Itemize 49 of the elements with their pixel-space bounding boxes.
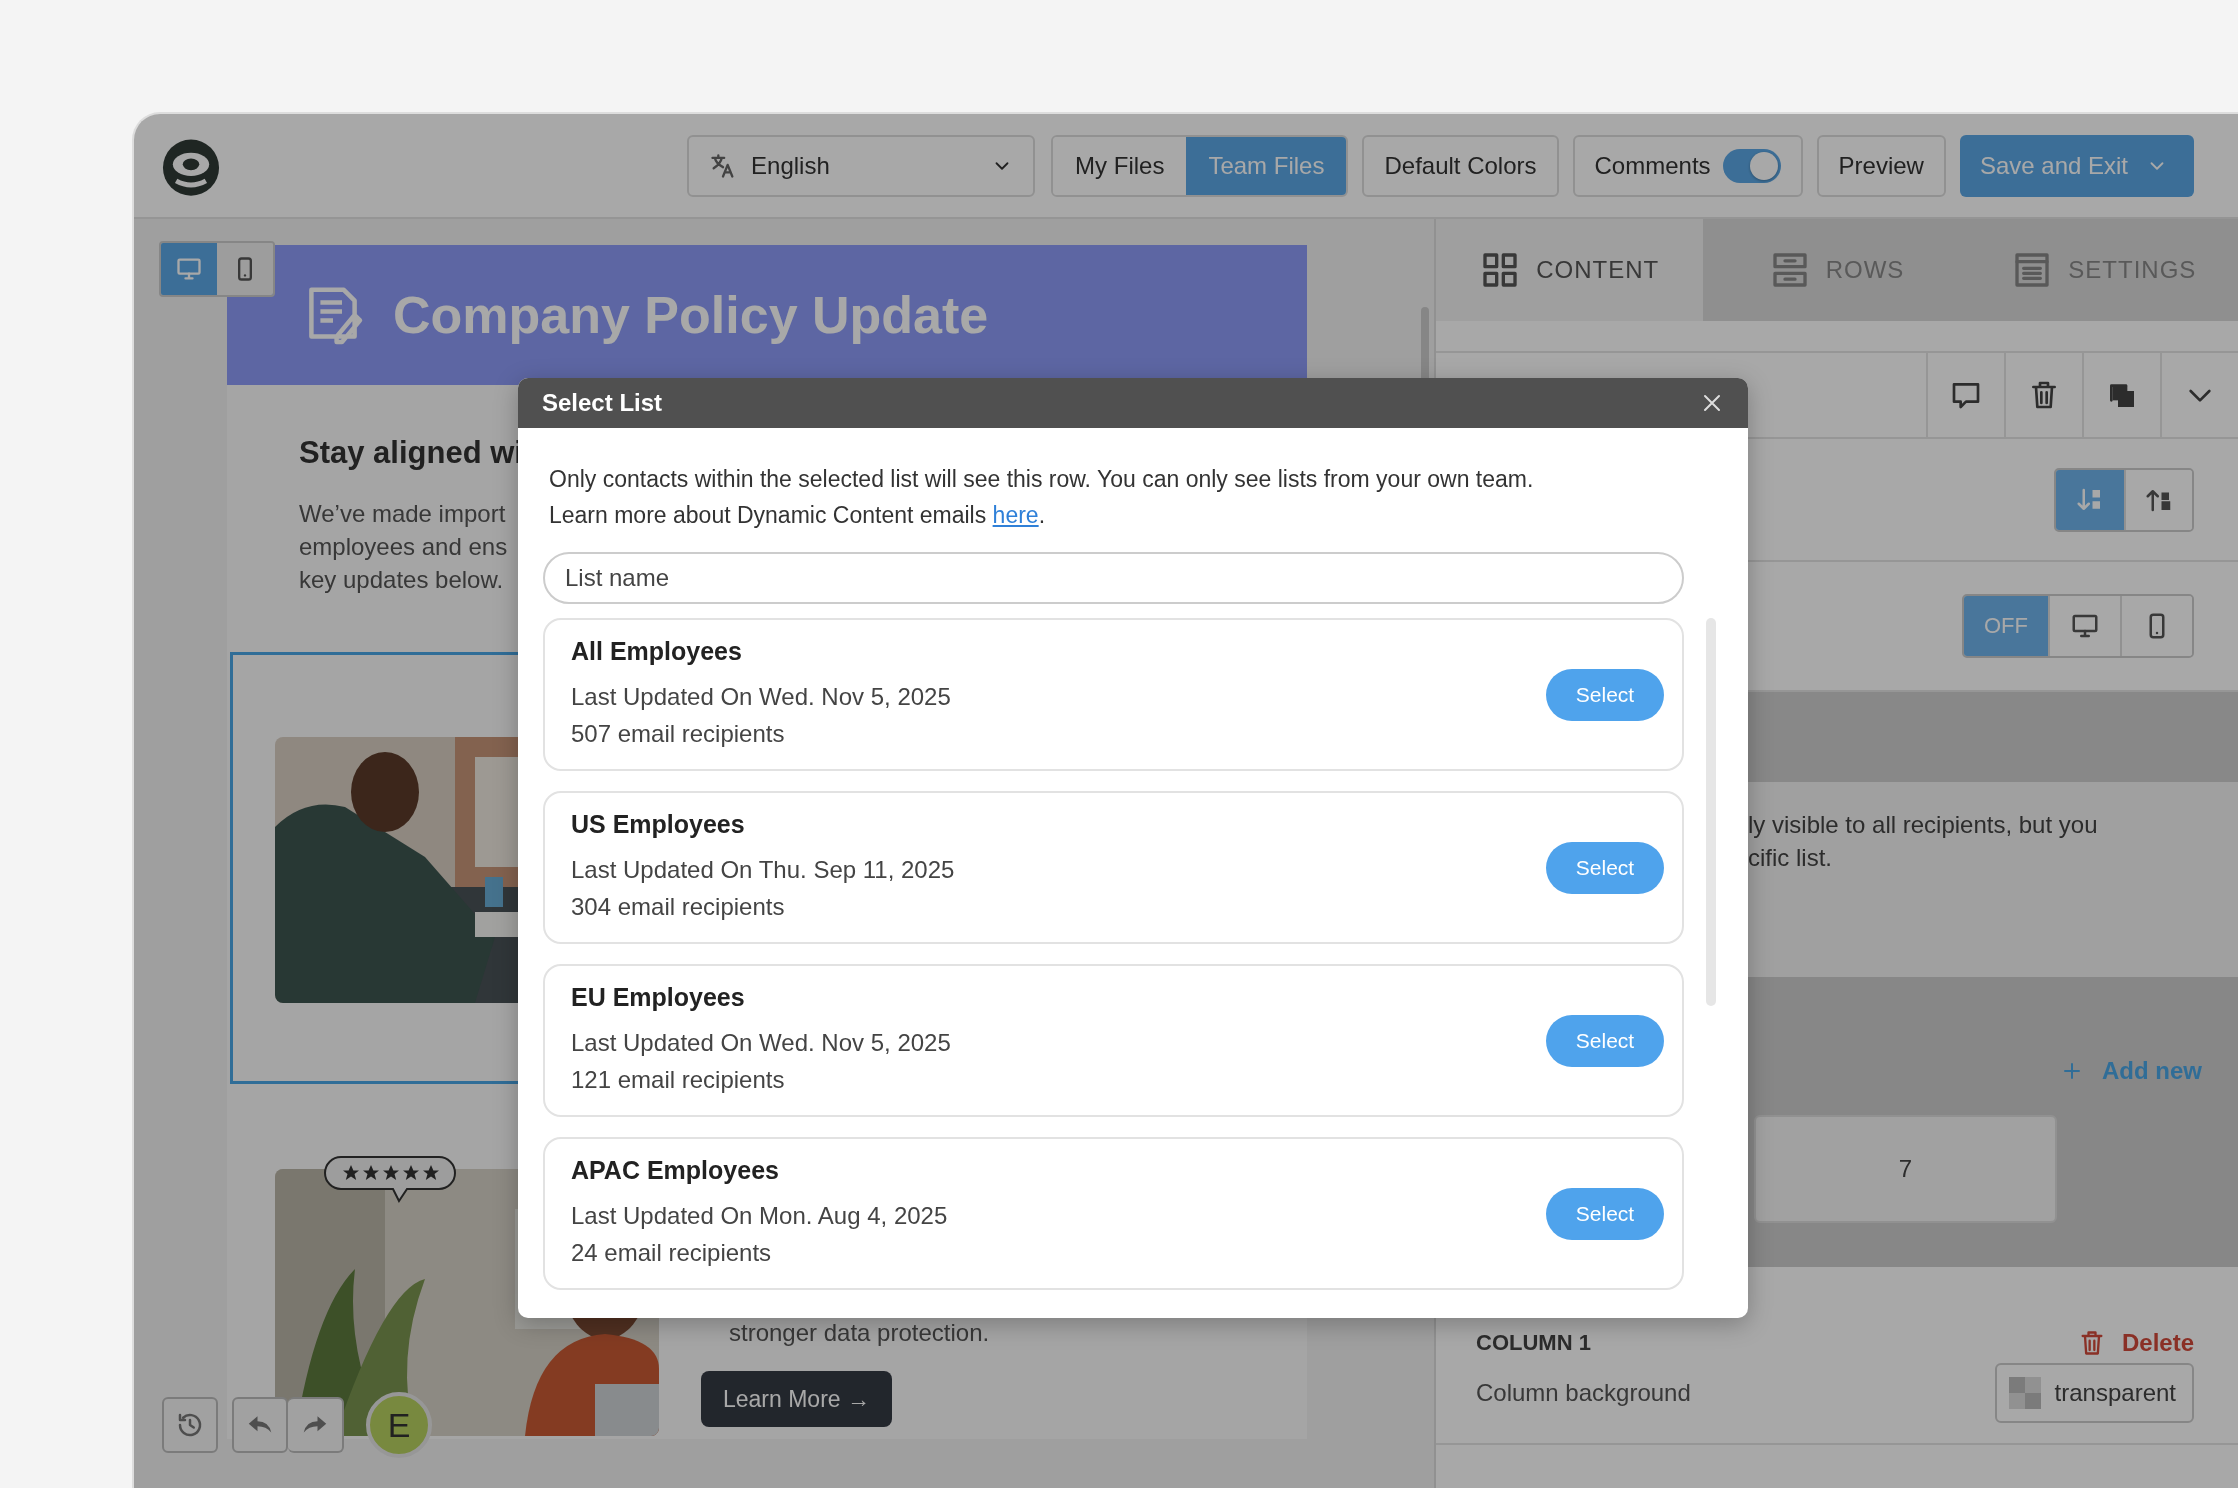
here-link[interactable]: here (992, 502, 1039, 528)
file-tab[interactable]: Team Files (1186, 136, 1347, 195)
field-label: Column background (1476, 1379, 1691, 1407)
delete-button[interactable]: Delete (2077, 1329, 2194, 1357)
paragraph: stronger data protection. (729, 1319, 990, 1347)
desktop-view-button[interactable] (161, 243, 217, 295)
language-dropdown[interactable]: English (687, 134, 1036, 197)
redo-button[interactable] (288, 1397, 344, 1453)
email-title: Company Policy Update (393, 285, 989, 345)
checkerboard-icon (2008, 1377, 2041, 1409)
up-button[interactable] (2124, 469, 2192, 530)
rating-bubble-icon (323, 1155, 457, 1203)
comments-label: Comments (1594, 151, 1711, 180)
scrollbar[interactable] (1706, 618, 1716, 1006)
updated-date: Last Updated On Wed. Nov 5, 2025 (571, 1028, 951, 1058)
select-button[interactable]: Select (1546, 668, 1664, 721)
updated-date: Last Updated On Mon. Aug 4, 2025 (571, 1201, 948, 1231)
comments-toggle[interactable] (1722, 148, 1781, 183)
list-name: All Employees (571, 637, 743, 666)
list-name: APAC Employees (571, 1156, 780, 1185)
preview-button[interactable]: Preview (1816, 134, 1946, 197)
recipient-count: 121 email recipients (571, 1065, 786, 1095)
list-name: EU Employees (571, 983, 746, 1012)
updated-date: Last Updated On Wed. Nov 5, 2025 (571, 682, 951, 712)
panel-tab[interactable]: CONTENT (1436, 219, 1704, 321)
description-text: ly visible to all recipients, but you cific list. (1748, 810, 2099, 873)
history-button[interactable] (162, 1397, 218, 1453)
recipient-count: 304 email recipients (571, 892, 786, 922)
select-button[interactable]: Select (1546, 841, 1664, 894)
dialog-title: Select List (542, 389, 663, 417)
off-button[interactable]: OFF (1964, 596, 2048, 656)
search-field[interactable]: List name (543, 552, 1684, 604)
dialog-description: Only contacts within the selected list will see this row. You can only see lists from your own team. (548, 465, 1535, 494)
select-button[interactable]: Select (1546, 1014, 1664, 1067)
paragraph: We’ve made import employees and ens key updates below. (299, 499, 508, 595)
learn-more-button[interactable]: Learn More → (701, 1371, 892, 1427)
undo-button[interactable] (232, 1397, 288, 1453)
learn-more-text: Learn more about Dynamic Content emails here. (548, 501, 1047, 530)
column-title: COLUMN 1 (1476, 1330, 1591, 1356)
list-name: US Employees (571, 810, 746, 839)
default-colors-button[interactable]: Default Colors (1362, 134, 1559, 197)
recipient-count: 507 email recipients (571, 719, 786, 749)
recipient-count: 24 email recipients (571, 1238, 773, 1268)
save-and-exit-button[interactable]: Save and Exit (1959, 134, 2194, 197)
mobile-button[interactable] (2120, 596, 2192, 656)
value-field[interactable]: 7 (1754, 1115, 2057, 1223)
select-button[interactable]: Select (1546, 1187, 1664, 1240)
updated-date: Last Updated On Thu. Sep 11, 2025 (571, 855, 955, 885)
color-picker-button[interactable]: transparent (1994, 1363, 2194, 1423)
